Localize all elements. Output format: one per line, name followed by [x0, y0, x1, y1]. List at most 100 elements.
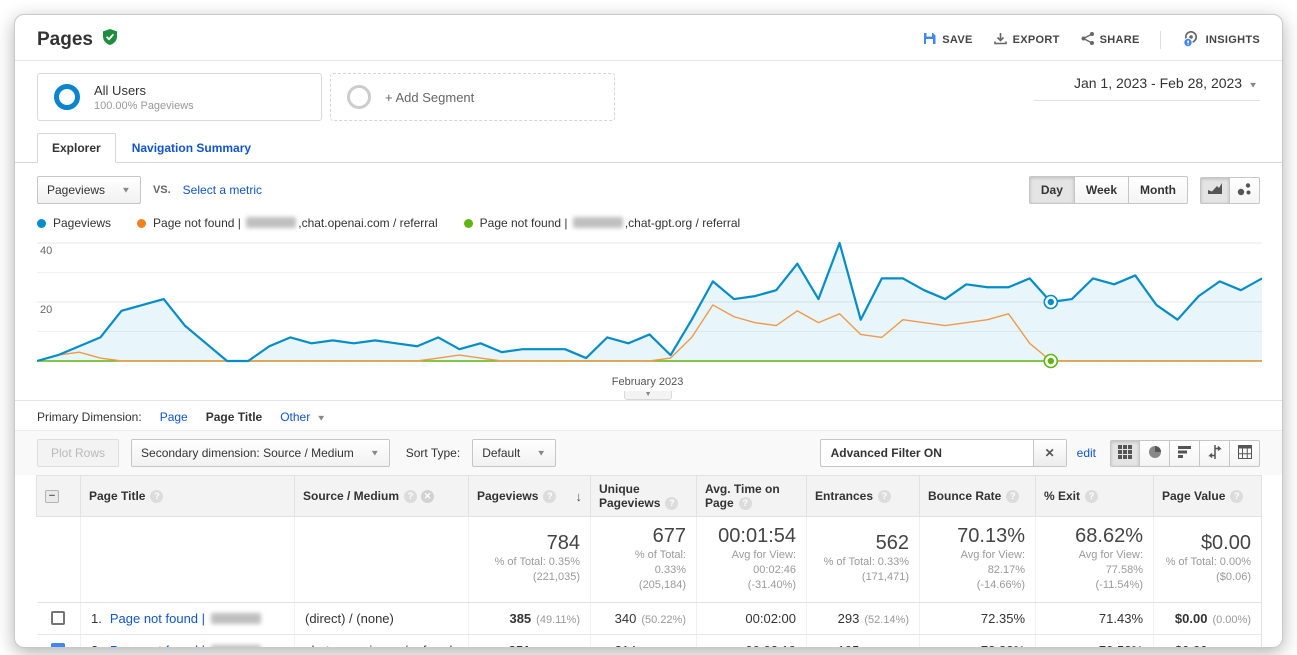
- page-title: Pages: [37, 29, 93, 51]
- percentage-view-button[interactable]: [1140, 440, 1170, 467]
- legend-dot-green: [464, 219, 473, 228]
- table-row: ✓2.Page not found | chat.openai.com / re…: [37, 634, 1262, 648]
- page-title-cell: 2.Page not found |: [81, 634, 295, 648]
- redacted-site-name: [211, 613, 261, 624]
- y-axis-tick-20: 20: [38, 304, 54, 316]
- granularity-week-button[interactable]: Week: [1075, 176, 1129, 204]
- line-chart-button[interactable]: [1200, 177, 1230, 204]
- help-icon[interactable]: ?: [150, 490, 163, 503]
- help-icon[interactable]: ?: [1006, 490, 1019, 503]
- secondary-dimension-dropdown[interactable]: Secondary dimension: Source / Medium▼: [131, 439, 390, 467]
- dimension-page-link[interactable]: Page: [160, 410, 188, 424]
- close-icon: ✕: [1045, 446, 1055, 460]
- page-title-link[interactable]: Page not found |: [110, 643, 209, 648]
- chart-view-controls: Day Week Month: [1029, 176, 1260, 204]
- add-segment-button[interactable]: + Add Segment: [330, 73, 615, 121]
- report-table: − Page Title? Source / Medium?✕ Pageview…: [36, 475, 1262, 648]
- row-checkbox[interactable]: [51, 611, 65, 625]
- plot-rows-button[interactable]: Plot Rows: [37, 439, 119, 467]
- remove-filter-button[interactable]: ✕: [1033, 440, 1066, 466]
- save-button[interactable]: SAVE: [922, 31, 972, 49]
- date-range-picker[interactable]: Jan 1, 2023 - Feb 28, 2023▼: [1034, 73, 1260, 101]
- tab-navigation-summary[interactable]: Navigation Summary: [116, 134, 267, 162]
- motion-chart-button[interactable]: [1230, 177, 1260, 204]
- table-row: 1.Page not found | (direct) / (none)385(…: [37, 602, 1262, 634]
- sort-type-label: Sort Type:: [406, 446, 460, 460]
- comparison-view-button[interactable]: [1200, 440, 1230, 467]
- total-page-value: $0.00% of Total: 0.00%($0.06): [1154, 517, 1262, 603]
- share-button[interactable]: SHARE: [1080, 31, 1140, 49]
- header-actions: SAVE EXPORT SHARE INSIGHTS: [922, 29, 1260, 51]
- select-all-checkbox[interactable]: −: [45, 490, 59, 503]
- save-icon: [922, 31, 937, 49]
- primary-dimension-label: Primary Dimension:: [37, 410, 142, 424]
- dimension-page-title-active[interactable]: Page Title: [206, 410, 262, 424]
- pivot-view-button[interactable]: [1230, 440, 1260, 467]
- data-view-button[interactable]: [1110, 440, 1140, 467]
- help-icon[interactable]: ?: [404, 490, 417, 503]
- comparison-icon: [1208, 445, 1222, 462]
- bounce-rate-cell: 72.35%: [920, 602, 1036, 634]
- col-page-title[interactable]: Page Title?: [81, 476, 295, 517]
- granularity-day-button[interactable]: Day: [1029, 176, 1075, 204]
- select-all-header: −: [37, 476, 81, 517]
- col-bounce-rate[interactable]: Bounce Rate?: [920, 476, 1036, 517]
- help-icon[interactable]: ?: [1085, 490, 1098, 503]
- chart-legend: Pageviews Page not found | ,chat.openai.…: [15, 213, 1282, 237]
- performance-view-button[interactable]: [1170, 440, 1200, 467]
- toolbar-right: Advanced Filter ON ✕ edit: [820, 439, 1260, 467]
- help-icon[interactable]: ?: [665, 497, 678, 510]
- page-title-link[interactable]: Page not found |: [110, 611, 209, 626]
- timeseries-chart[interactable]: 40 20: [37, 237, 1260, 372]
- pageviews-cell: 251(32.02%): [469, 634, 591, 648]
- sort-descending-icon[interactable]: ↓: [576, 489, 583, 504]
- entrances-cell: 293(52.14%): [807, 602, 920, 634]
- bar-chart-icon: [1178, 445, 1192, 462]
- chart-collapse-button[interactable]: ▼: [624, 391, 672, 400]
- advanced-filter-label: Advanced Filter ON: [821, 440, 1033, 466]
- bounce-rate-cell: 72.82%: [920, 634, 1036, 648]
- x-axis-month-label: February 2023: [612, 376, 684, 388]
- col-entrances[interactable]: Entrances?: [807, 476, 920, 517]
- help-icon[interactable]: ?: [739, 497, 752, 510]
- chevron-down-icon: ▼: [536, 449, 546, 458]
- entrances-cell: 195(34.70%): [807, 634, 920, 648]
- col-unique-pageviews[interactable]: Unique Pageviews?: [591, 476, 697, 517]
- chart-x-axis: February 2023 ▼: [37, 372, 1260, 400]
- row-checkbox[interactable]: ✓: [51, 643, 65, 648]
- tab-explorer[interactable]: Explorer: [37, 133, 116, 163]
- col-avg-time[interactable]: Avg. Time on Page?: [697, 476, 807, 517]
- col-pct-exit[interactable]: % Exit?: [1036, 476, 1154, 517]
- legend-item-openai-referral: Page not found | ,chat.openai.com / refe…: [137, 216, 438, 230]
- metric-dropdown[interactable]: Pageviews▼: [37, 176, 141, 204]
- unique-pageviews-cell: 214(31.61%): [591, 634, 697, 648]
- segment-all-users[interactable]: All Users 100.00% Pageviews: [37, 73, 322, 121]
- sort-type-dropdown[interactable]: Default▼: [472, 439, 556, 467]
- chevron-down-icon: ▼: [121, 186, 131, 195]
- help-icon[interactable]: ?: [878, 490, 891, 503]
- total-entrances: 562% of Total: 0.33%(171,471): [807, 517, 920, 603]
- col-source-medium[interactable]: Source / Medium?✕: [295, 476, 469, 517]
- data-point-marker: [1048, 358, 1054, 364]
- vs-label: VS.: [153, 184, 171, 196]
- table-grid-icon: [1118, 445, 1132, 462]
- edit-filter-link[interactable]: edit: [1077, 446, 1096, 460]
- total-unique-pageviews: 677% of Total: 0.33%(205,184): [591, 517, 697, 603]
- help-icon[interactable]: ?: [1230, 490, 1243, 503]
- unique-pageviews-cell: 340(50.22%): [591, 602, 697, 634]
- remove-dimension-icon[interactable]: ✕: [421, 490, 434, 503]
- dimension-other-dropdown[interactable]: Other▼: [280, 410, 326, 424]
- insights-button[interactable]: INSIGHTS: [1181, 29, 1260, 51]
- col-page-value[interactable]: Page Value?: [1154, 476, 1262, 517]
- segment-row: All Users 100.00% Pageviews + Add Segmen…: [15, 61, 1282, 133]
- totals-row: 784% of Total: 0.35%(221,035) 677% of To…: [37, 517, 1262, 603]
- granularity-month-button[interactable]: Month: [1129, 176, 1188, 204]
- help-icon[interactable]: ?: [543, 490, 556, 503]
- col-pageviews[interactable]: Pageviews?↓: [469, 476, 591, 517]
- export-button[interactable]: EXPORT: [993, 31, 1060, 49]
- chevron-down-icon: ▼: [1248, 81, 1258, 90]
- source-medium-cell: (direct) / (none): [295, 602, 469, 634]
- total-avg-time: 00:01:54Avg for View: 00:02:46(-31.40%): [697, 517, 807, 603]
- select-metric-link[interactable]: Select a metric: [183, 183, 262, 197]
- segment-name: All Users: [94, 83, 194, 98]
